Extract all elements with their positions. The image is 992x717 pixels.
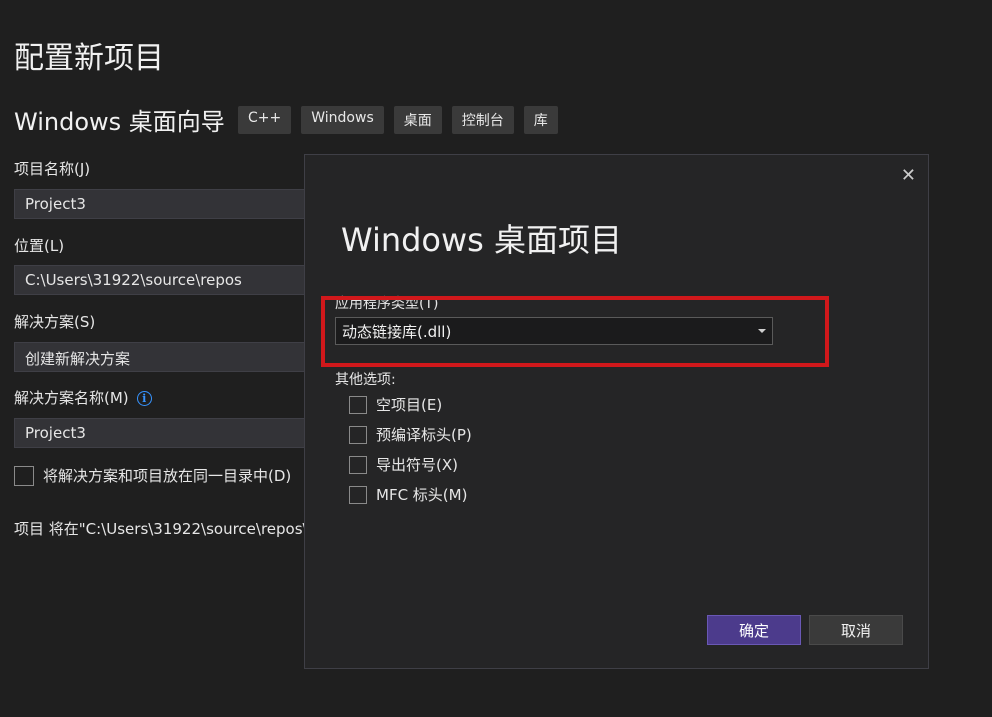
path-summary: 项目 将在"C:\Users\31922\source\repos\ (14, 520, 308, 538)
highlight-annotation (321, 296, 829, 367)
close-icon[interactable]: ✕ (901, 165, 916, 186)
solution-label: 解决方案(S) (14, 313, 96, 331)
solution-name-input[interactable]: Project3 (14, 418, 344, 448)
option-export-symbols[interactable]: 导出符号(X) (349, 454, 458, 475)
mfc-headers-label: MFC 标头(M) (376, 486, 468, 504)
export-symbols-checkbox[interactable] (349, 455, 367, 474)
precompiled-header-checkbox[interactable] (349, 425, 367, 444)
info-icon[interactable]: i (136, 391, 152, 406)
template-tags: C++ Windows 桌面 控制台 库 (238, 106, 558, 134)
tag-console: 控制台 (451, 106, 514, 134)
ok-button[interactable]: 确定 (707, 615, 801, 645)
template-name: Windows 桌面向导 (14, 108, 225, 136)
other-options-label: 其他选项: (335, 372, 396, 388)
page-title: 配置新项目 (14, 41, 164, 76)
cancel-button[interactable]: 取消 (809, 615, 903, 645)
windows-desktop-project-dialog: ✕ Windows 桌面项目 应用程序类型(T) 动态链接库(.dll) 其他选… (304, 154, 929, 669)
dialog-title: Windows 桌面项目 (341, 221, 623, 259)
tag-cpp: C++ (238, 106, 292, 134)
option-precompiled-header[interactable]: 预编译标头(P) (349, 424, 472, 445)
same-dir-option[interactable]: 将解决方案和项目放在同一目录中(D) (14, 465, 291, 486)
tag-library: 库 (523, 106, 558, 134)
empty-project-label: 空项目(E) (376, 396, 443, 414)
solution-name-label-row: 解决方案名称(M) i (14, 387, 152, 408)
location-input[interactable]: C:\Users\31922\source\repos (14, 265, 344, 295)
project-name-label: 项目名称(J) (14, 160, 91, 178)
mfc-headers-checkbox[interactable] (349, 485, 367, 504)
project-name-input[interactable]: Project3 (14, 189, 344, 219)
tag-desktop: 桌面 (393, 106, 442, 134)
tag-windows: Windows (301, 106, 384, 134)
export-symbols-label: 导出符号(X) (376, 456, 458, 474)
same-dir-label: 将解决方案和项目放在同一目录中(D) (43, 467, 292, 485)
option-mfc-headers[interactable]: MFC 标头(M) (349, 484, 467, 505)
solution-name-label: 解决方案名称(M) (14, 389, 129, 407)
solution-select[interactable]: 创建新解决方案 (14, 342, 344, 372)
empty-project-checkbox[interactable] (349, 395, 367, 414)
option-empty-project[interactable]: 空项目(E) (349, 394, 442, 415)
precompiled-header-label: 预编译标头(P) (376, 426, 472, 444)
same-dir-checkbox[interactable] (14, 465, 34, 486)
location-label: 位置(L) (14, 237, 65, 255)
